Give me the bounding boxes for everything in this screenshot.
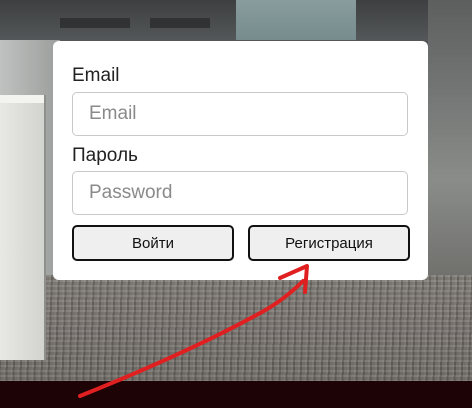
ceiling-light-strip — [150, 18, 210, 28]
ceiling-light-strip — [60, 18, 130, 28]
email-label: Email — [72, 65, 120, 86]
login-button[interactable]: Войти — [72, 225, 234, 261]
password-input[interactable] — [72, 171, 408, 215]
footer-bar — [0, 381, 472, 408]
right-wall — [428, 0, 472, 300]
white-cabinet — [0, 95, 46, 360]
password-label: Пароль — [72, 145, 138, 166]
register-button[interactable]: Регистрация — [248, 225, 410, 261]
login-card: Email Пароль Войти Регистрация — [53, 41, 428, 280]
cabinet-top — [0, 95, 44, 103]
carpet-floor — [0, 275, 472, 385]
glass-partition — [236, 0, 356, 40]
email-input[interactable] — [72, 92, 408, 136]
